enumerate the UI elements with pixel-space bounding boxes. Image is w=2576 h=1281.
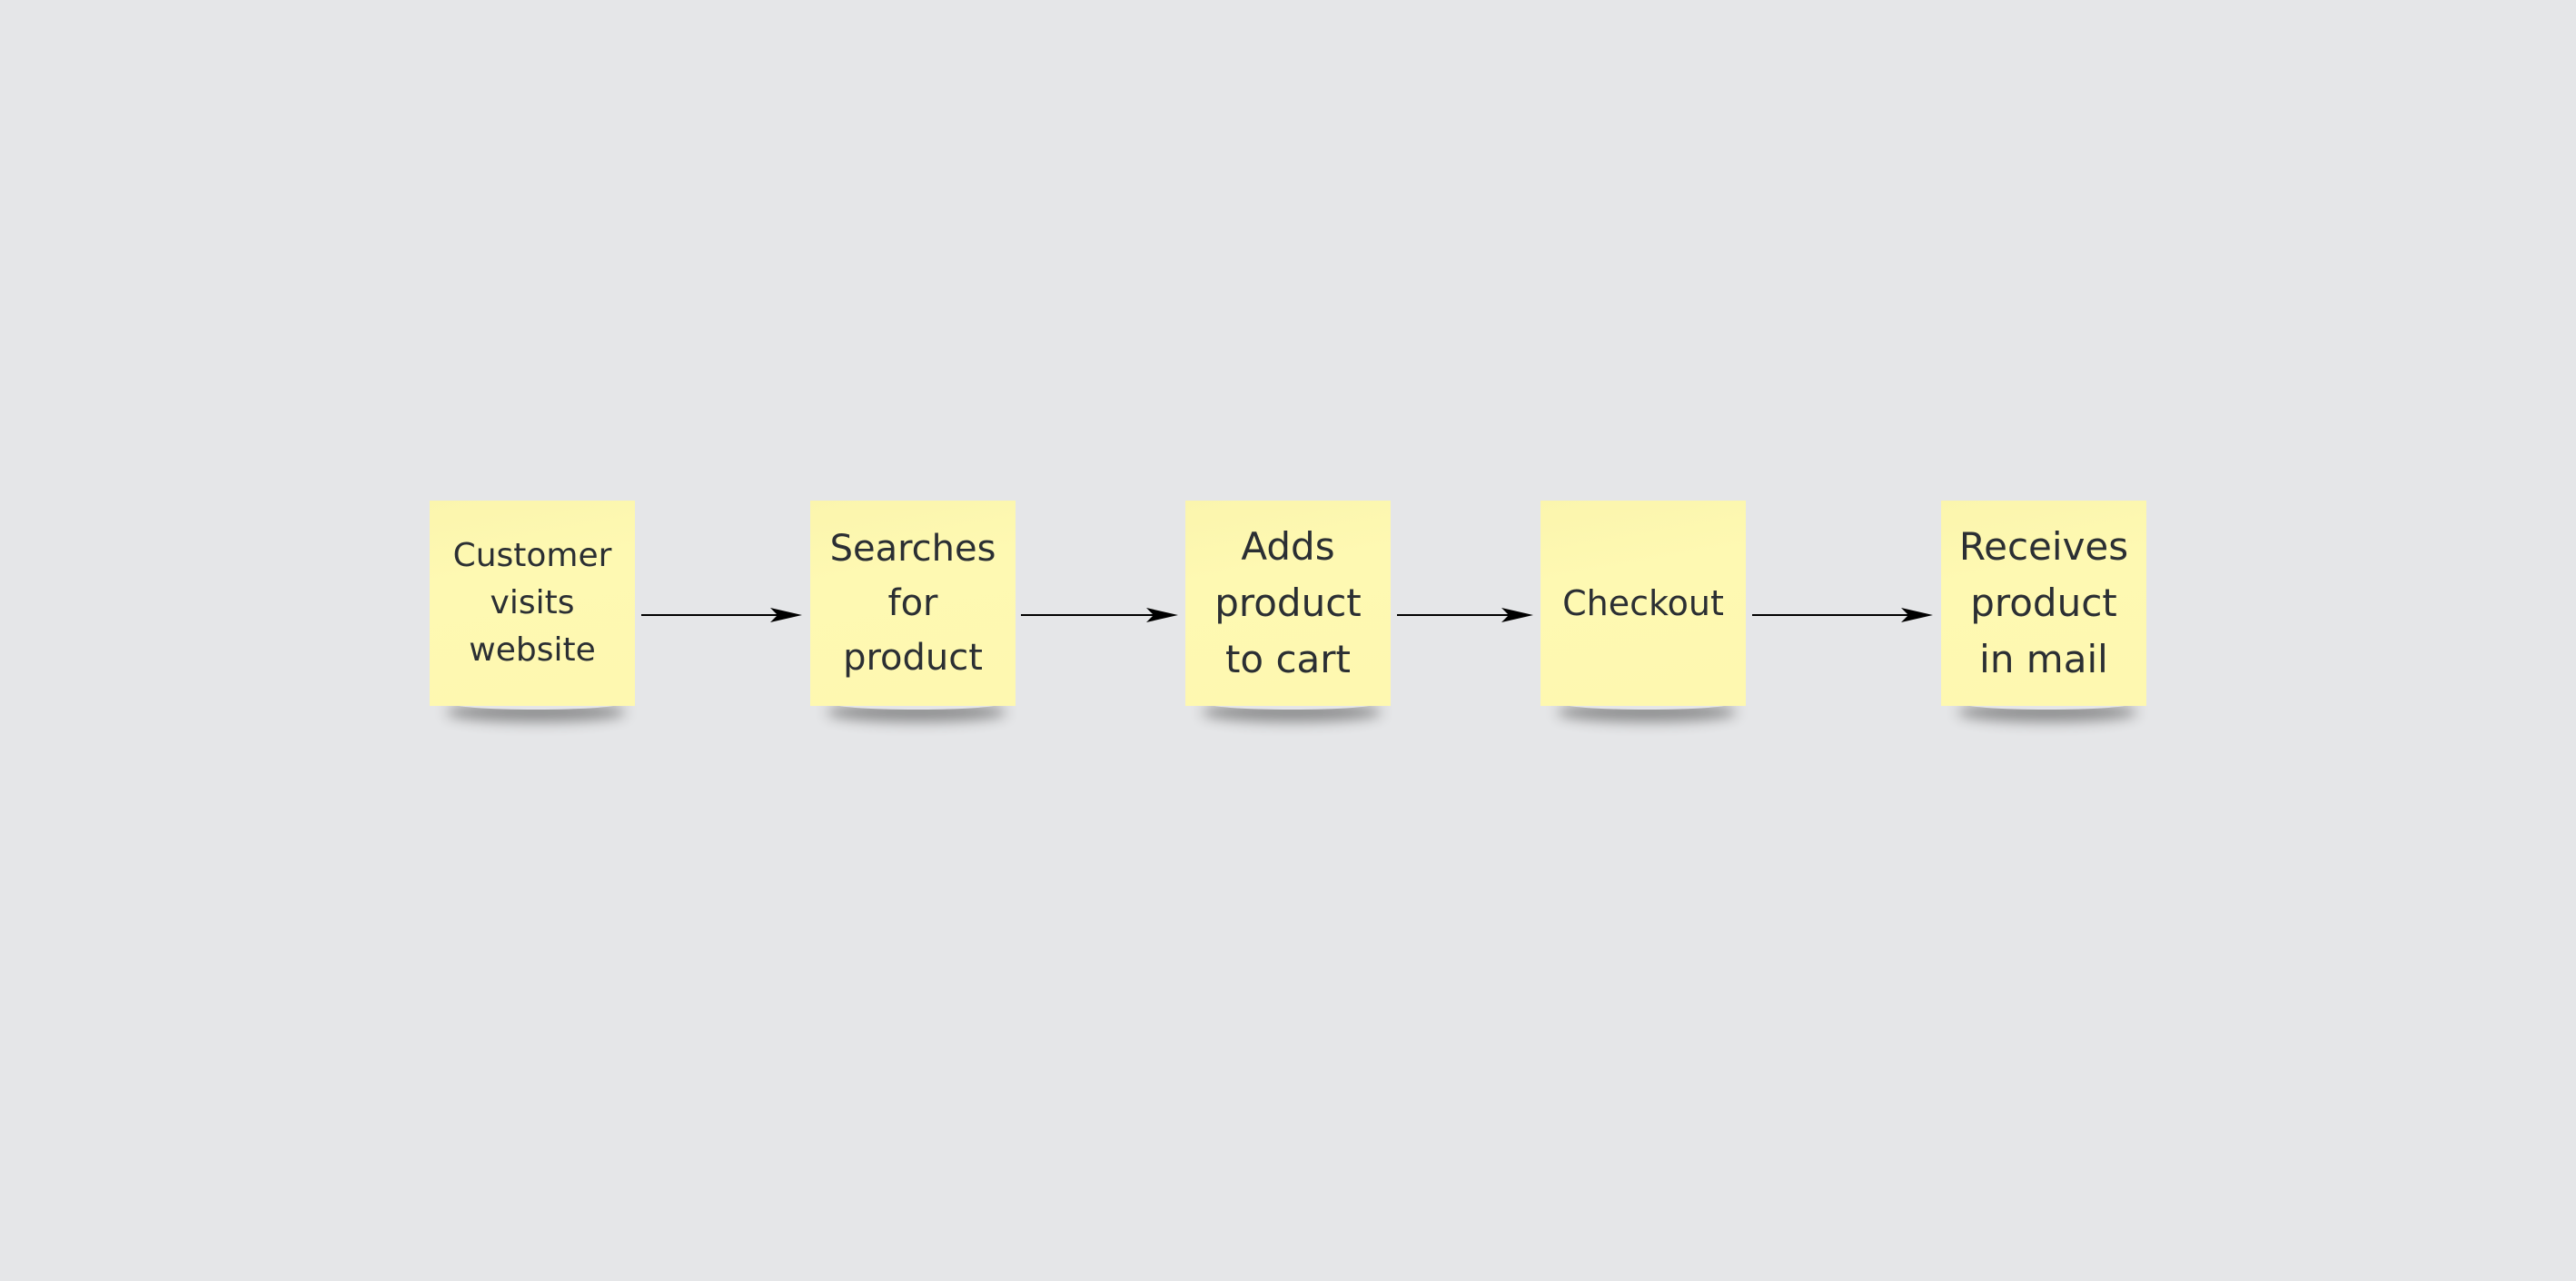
sticky-note-text: Checkout bbox=[1562, 583, 1724, 623]
sticky-note-receives-product-in-mail[interactable]: Receives product in mail bbox=[1941, 501, 2146, 706]
sticky-note-text: Receives product in mail bbox=[1958, 524, 2129, 681]
connector-arrow-2-3[interactable] bbox=[1021, 606, 1179, 624]
sticky-note-text: Searches for product bbox=[829, 528, 996, 679]
sticky-note-adds-product-to-cart[interactable]: Adds product to cart bbox=[1185, 501, 1391, 706]
sticky-note-searches-for-product[interactable]: Searches for product bbox=[810, 501, 1016, 706]
connector-arrow-3-4[interactable] bbox=[1397, 606, 1534, 624]
sticky-note-text: Adds product to cart bbox=[1214, 524, 1362, 681]
whiteboard-canvas[interactable]: Customer visits website Searches for pro… bbox=[0, 0, 2576, 1281]
sticky-note-customer-visits-website[interactable]: Customer visits website bbox=[430, 501, 635, 706]
sticky-note-text: Customer visits website bbox=[452, 537, 612, 669]
sticky-note-checkout[interactable]: Checkout bbox=[1541, 501, 1746, 706]
connector-arrow-4-5[interactable] bbox=[1752, 606, 1934, 624]
connector-arrow-1-2[interactable] bbox=[641, 606, 803, 624]
